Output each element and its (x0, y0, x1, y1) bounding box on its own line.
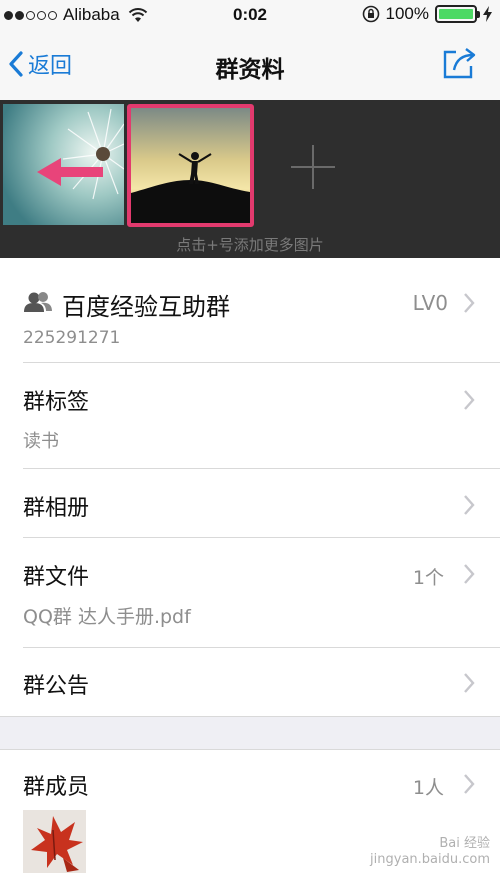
navigation-bar: 返回 群资料 (0, 32, 500, 100)
group-file-name: QQ群 达人手册.pdf (23, 606, 191, 628)
status-bar: Alibaba 0:02 100% (0, 0, 500, 32)
status-right: 100% (362, 4, 492, 24)
group-name: 百度经验互助群 (62, 293, 230, 321)
section-separator (0, 716, 500, 750)
add-photo-hint: 点击+号添加更多图片 (176, 236, 324, 254)
group-files-row[interactable]: 群文件 1个 QQ群 达人手册.pdf (0, 538, 500, 647)
chevron-right-icon (464, 495, 475, 515)
group-id: 225291271 (23, 328, 121, 348)
member-avatar[interactable] (23, 810, 86, 873)
group-files-label: 群文件 (23, 565, 90, 590)
chevron-right-icon (464, 293, 475, 313)
battery-percent: 100% (385, 4, 429, 23)
dandelion-photo[interactable] (3, 104, 124, 225)
group-tags-value: 读书 (23, 431, 59, 452)
group-album-label: 群相册 (23, 496, 90, 521)
rotation-lock-icon (362, 5, 379, 23)
group-members-count: 1人 (412, 777, 444, 799)
chevron-right-icon (464, 390, 475, 410)
group-album-row[interactable]: 群相册 (0, 469, 500, 537)
group-notice-label: 群公告 (23, 674, 90, 699)
battery-icon (435, 5, 480, 23)
chevron-right-icon (464, 774, 475, 794)
chevron-right-icon (464, 564, 475, 584)
group-info-row[interactable]: 百度经验互助群 225291271 LV0 (0, 258, 500, 363)
group-files-count: 1个 (412, 567, 444, 589)
add-photo-icon[interactable] (289, 143, 337, 191)
group-members-icon (24, 292, 52, 312)
group-photo-strip: 点击+号添加更多图片 (0, 100, 500, 258)
group-level: LV0 (412, 291, 448, 315)
group-notice-row[interactable]: 群公告 (0, 648, 500, 716)
watermark-logo: Bai 经验 jingyan.baidu.com (370, 836, 490, 867)
sunset-silhouette-photo[interactable] (127, 104, 254, 227)
charging-icon (483, 6, 492, 22)
share-icon[interactable] (442, 46, 478, 80)
page-title: 群资料 (215, 57, 285, 83)
group-tags-row[interactable]: 群标签 读书 (0, 363, 500, 468)
chevron-right-icon (464, 673, 475, 693)
group-tags-label: 群标签 (23, 390, 90, 415)
group-members-label: 群成员 (23, 775, 90, 800)
